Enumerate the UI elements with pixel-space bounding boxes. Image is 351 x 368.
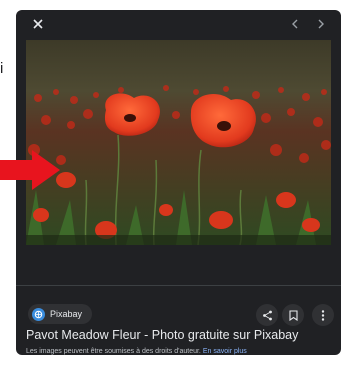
pixabay-logo-icon [32, 307, 45, 321]
source-chip[interactable]: Pixabay [28, 304, 93, 324]
more-vert-icon[interactable] [312, 304, 334, 326]
chevron-left-icon[interactable] [287, 16, 303, 32]
close-icon[interactable] [30, 16, 46, 32]
source-label: Pixabay [50, 309, 83, 319]
preview-image[interactable] [26, 40, 331, 245]
share-icon[interactable] [256, 304, 278, 326]
learn-more-link[interactable]: En savoir plus [203, 348, 247, 355]
image-viewer-panel: Pixabay Pavot Meadow Fleur - Photo gratu… [16, 10, 341, 355]
chevron-right-icon[interactable] [313, 16, 329, 32]
red-arrow-annotation [0, 150, 60, 190]
copyright-text: Les images peuvent être soumises à des d… [26, 348, 201, 355]
background-text-fragment: i [0, 60, 4, 77]
viewer-toolbar [16, 10, 341, 38]
panel-divider [16, 285, 341, 286]
copyright-notice: Les images peuvent être soumises à des d… [26, 348, 247, 355]
bookmark-icon[interactable] [282, 304, 304, 326]
image-title[interactable]: Pavot Meadow Fleur - Photo gratuite sur … [26, 328, 298, 342]
